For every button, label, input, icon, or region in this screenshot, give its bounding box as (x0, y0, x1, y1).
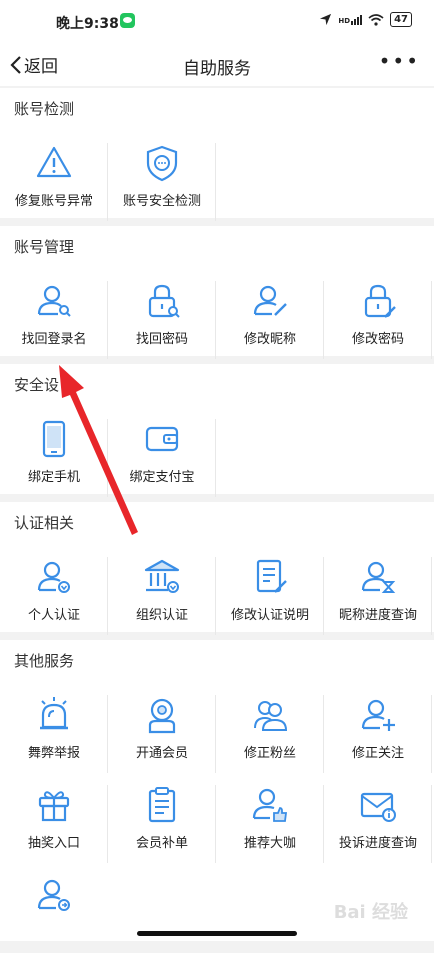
section-title: 安全设 (14, 376, 60, 394)
warning-icon (36, 146, 72, 178)
service-item[interactable]: 账号安全检测 (108, 143, 216, 221)
user-transfer-icon (37, 879, 70, 911)
service-item[interactable]: 修改昵称 (216, 281, 324, 359)
phone-icon (42, 420, 66, 458)
user-verify-icon (37, 561, 70, 593)
service-item[interactable]: 绑定手机 (0, 419, 108, 497)
service-item[interactable]: 推荐大咖 (216, 785, 324, 863)
section-account-detect: 账号检测 修复账号异常 账号安全检测 (0, 88, 434, 221)
user-thumbs-up-icon (252, 788, 288, 822)
wifi-icon (368, 13, 384, 26)
member-icon (148, 698, 176, 734)
status-indicators: HD 47 (319, 12, 412, 27)
location-icon (320, 13, 332, 26)
wechat-icon (120, 13, 135, 28)
page-title: 自助服务 (183, 59, 251, 79)
service-item[interactable]: 绑定支付宝 (108, 419, 216, 497)
service-item[interactable]: 组织认证 (108, 557, 216, 635)
service-item[interactable]: 找回密码 (108, 281, 216, 359)
battery-indicator: 47 (390, 12, 412, 27)
users-icon (254, 701, 288, 731)
service-item[interactable]: 个人认证 (0, 557, 108, 635)
lock-edit-icon (364, 284, 396, 318)
status-bar: 晚上9:38 HD 47 (0, 0, 434, 44)
service-item[interactable]: 抽奖入口 (0, 785, 108, 863)
section-title: 其他服务 (14, 652, 75, 670)
section-security: 安全设 绑定手机 绑定支付宝 (0, 364, 434, 497)
service-item[interactable]: 修改认证说明 (216, 557, 324, 635)
user-search-icon (37, 285, 71, 317)
signal-icon: HD (338, 14, 363, 25)
service-item[interactable]: 投诉进度查询 (324, 785, 432, 863)
service-item[interactable]: 舞弊举报 (0, 695, 108, 773)
more-menu-button[interactable]: ••• (379, 51, 420, 71)
wallet-icon (145, 426, 179, 452)
status-time: 晚上9:38 (56, 16, 119, 32)
service-item[interactable]: 修复账号异常 (0, 143, 108, 221)
user-edit-icon (253, 285, 287, 316)
section-auth: 认证相关 个人认证 组织认证 修改认证说明 昵称进度查询 (0, 502, 434, 635)
user-hourglass-icon (361, 561, 396, 593)
alarm-light-icon (40, 697, 68, 730)
user-add-icon (361, 699, 395, 731)
section-title: 认证相关 (14, 514, 75, 532)
service-item[interactable]: 会员补单 (108, 785, 216, 863)
document-edit-icon (256, 559, 287, 593)
nav-bar: 返回 自助服务 ••• (0, 44, 434, 86)
service-item[interactable]: 找回登录名 (0, 281, 108, 359)
gift-icon (38, 791, 70, 822)
mail-info-icon (360, 792, 396, 822)
service-item[interactable]: 修正关注 (324, 695, 432, 773)
service-item[interactable]: 修正粉丝 (216, 695, 324, 773)
bank-icon (144, 559, 180, 593)
lock-search-icon (148, 284, 180, 318)
service-item[interactable]: 开通会员 (108, 695, 216, 773)
section-account-manage: 账号管理 找回登录名 找回密码 修改昵称 修改密码 (0, 226, 434, 359)
service-item[interactable] (0, 875, 108, 953)
clipboard-icon (148, 787, 176, 823)
watermark: Bai 经验 (333, 902, 408, 923)
shield-icon (146, 145, 178, 182)
section-title: 账号检测 (14, 100, 75, 118)
service-item[interactable]: 修改密码 (324, 281, 432, 359)
section-title: 账号管理 (14, 238, 75, 256)
section-other: 其他服务 舞弊举报 开通会员 修正粉丝 修正关注 抽奖入口 会员补单 推荐大咖 (0, 640, 434, 941)
home-indicator (137, 931, 297, 936)
service-item[interactable]: 昵称进度查询 (324, 557, 432, 635)
